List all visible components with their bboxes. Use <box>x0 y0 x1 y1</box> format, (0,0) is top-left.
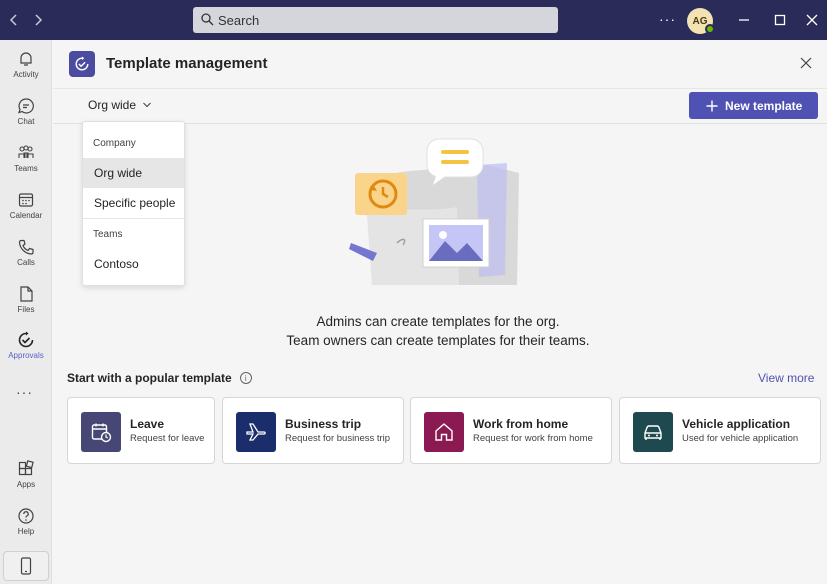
card-subtitle: Used for vehicle application <box>682 433 799 444</box>
page-header: Template management <box>53 40 827 88</box>
search-placeholder: Search <box>218 13 260 28</box>
back-arrow-icon[interactable] <box>6 12 22 28</box>
empty-state-line-2: Team owners can create templates for the… <box>286 333 590 348</box>
rail-item-apps[interactable]: Apps <box>0 456 52 502</box>
view-more-link[interactable]: View more <box>758 371 814 385</box>
mobile-phone-icon <box>20 557 32 575</box>
toolbar: Org wide New template <box>53 88 827 124</box>
card-title: Leave <box>130 417 165 431</box>
empty-state-message: Admins can create templates for the org.… <box>233 312 643 350</box>
app-rail: Activity Chat Teams Calendar Calls Files… <box>0 40 52 584</box>
scope-selected-value: Org wide <box>88 98 137 112</box>
card-title: Work from home <box>473 417 569 431</box>
plus-icon <box>706 100 718 111</box>
dropdown-item-contoso[interactable]: Contoso <box>83 249 184 279</box>
rail-item-calendar[interactable]: Calendar <box>0 187 52 233</box>
search-icon <box>201 13 214 26</box>
dropdown-item-specific-people[interactable]: Specific people <box>83 188 184 218</box>
rail-item-activity[interactable]: Activity <box>0 46 52 92</box>
presence-status-icon <box>705 24 715 34</box>
vehicle-application-tile <box>633 412 673 452</box>
chevron-down-icon <box>143 102 151 108</box>
template-card-leave[interactable]: Leave Request for leave <box>67 397 215 464</box>
approvals-icon <box>18 331 34 348</box>
bell-icon <box>20 52 32 66</box>
file-icon <box>20 286 33 302</box>
rail-label: Approvals <box>8 351 44 360</box>
rail-more-apps-button[interactable]: ··· <box>16 384 33 400</box>
templates-illustration <box>349 138 519 285</box>
chat-icon <box>18 98 34 114</box>
template-card-business-trip[interactable]: Business trip Request for business trip <box>222 397 404 464</box>
leave-tile <box>81 412 121 452</box>
approvals-app-icon <box>69 51 95 77</box>
rail-item-chat[interactable]: Chat <box>0 93 52 139</box>
new-template-label: New template <box>725 98 803 113</box>
popular-templates-title: Start with a popular template <box>67 371 232 385</box>
main-panel: Template management Org wide New templat… <box>53 40 827 584</box>
close-icon[interactable] <box>800 57 812 69</box>
teams-icon <box>18 145 34 158</box>
rail-label: Apps <box>16 480 36 489</box>
apps-icon <box>18 460 34 476</box>
minimize-icon[interactable] <box>736 12 752 28</box>
more-options-button[interactable]: ··· <box>659 11 676 27</box>
calendar-icon <box>18 193 34 207</box>
window-close-icon[interactable] <box>804 12 820 28</box>
card-subtitle: Request for leave <box>130 433 205 444</box>
rail-label: Calls <box>17 258 35 267</box>
title-bar: Search ··· AG <box>0 0 827 40</box>
calendar-clock-icon <box>91 423 112 443</box>
info-icon[interactable]: i <box>239 372 252 384</box>
rail-label: Chat <box>17 117 35 126</box>
scope-dropdown-menu: Company Org wide Specific people Teams C… <box>82 121 185 286</box>
forward-arrow-icon[interactable] <box>30 12 46 28</box>
help-icon <box>18 508 34 524</box>
card-title: Vehicle application <box>682 417 791 431</box>
card-title: Business trip <box>285 417 362 431</box>
rail-label: Help <box>17 527 35 536</box>
work-from-home-tile <box>424 412 464 452</box>
home-icon <box>435 423 453 441</box>
rail-item-calls[interactable]: Calls <box>0 234 52 280</box>
new-template-button[interactable]: New template <box>689 92 818 119</box>
page-title: Template management <box>106 55 268 72</box>
rail-label: Files <box>17 305 35 314</box>
rail-item-teams[interactable]: Teams <box>0 140 52 186</box>
popular-templates-heading: Start with a popular template i <box>67 371 252 385</box>
maximize-icon[interactable] <box>772 12 788 28</box>
rail-label: Teams <box>14 164 38 173</box>
rail-item-approvals[interactable]: Approvals <box>0 327 52 373</box>
rail-item-help[interactable]: Help <box>0 503 52 549</box>
scope-dropdown[interactable]: Org wide <box>88 98 152 112</box>
rail-label: Activity <box>13 70 39 79</box>
search-input[interactable]: Search <box>193 7 558 33</box>
empty-state-line-1: Admins can create templates for the org. <box>316 314 560 329</box>
dropdown-divider <box>83 218 184 219</box>
card-subtitle: Request for business trip <box>285 433 391 444</box>
dropdown-group-teams: Teams <box>93 229 123 240</box>
airplane-icon <box>246 423 266 441</box>
dropdown-item-org-wide[interactable]: Org wide <box>83 158 184 188</box>
template-card-vehicle-application[interactable]: Vehicle application Used for vehicle app… <box>619 397 821 464</box>
card-subtitle: Request for work from home <box>473 433 593 444</box>
rail-item-files[interactable]: Files <box>0 281 52 327</box>
rail-label: Calendar <box>9 211 43 220</box>
mobile-app-button[interactable] <box>3 551 49 581</box>
car-icon <box>644 425 662 440</box>
dropdown-group-company: Company <box>93 138 136 149</box>
phone-icon <box>18 239 34 255</box>
business-trip-tile <box>236 412 276 452</box>
template-card-work-from-home[interactable]: Work from home Request for work from hom… <box>410 397 612 464</box>
